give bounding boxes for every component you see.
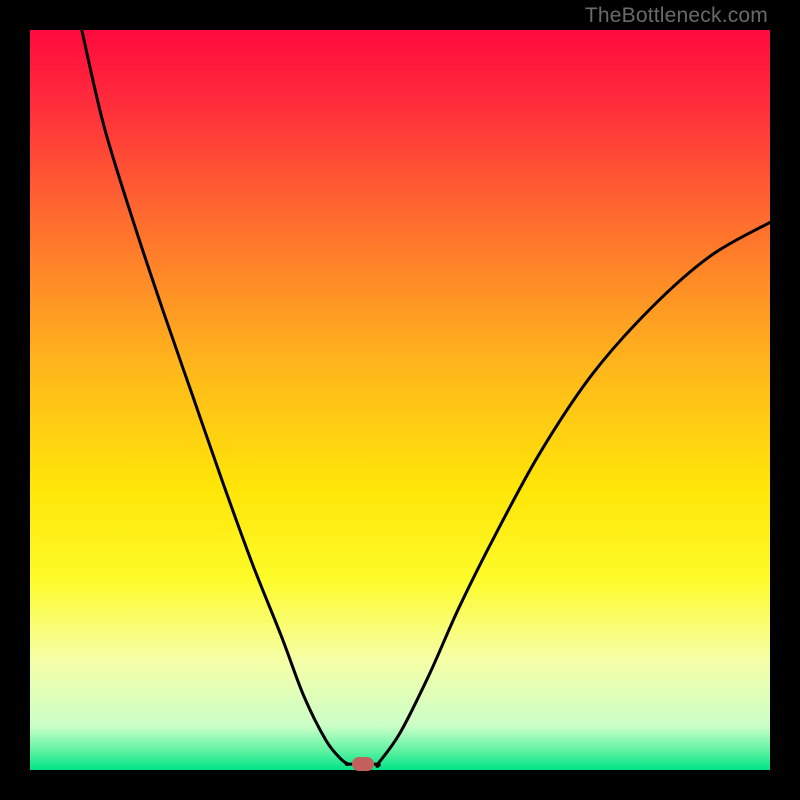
- watermark-text: TheBottleneck.com: [585, 4, 768, 28]
- chart-background: [30, 30, 770, 770]
- chart-frame: [30, 30, 770, 770]
- optimum-marker: [352, 757, 374, 771]
- chart-svg: [30, 30, 770, 770]
